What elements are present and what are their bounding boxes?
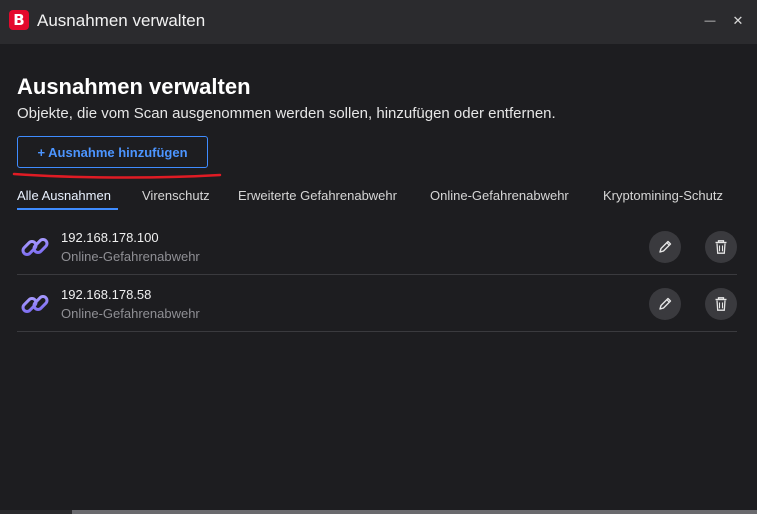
exception-row: 192.168.178.58 Online-Gefahrenabwehr [17,275,737,332]
edit-button[interactable] [649,288,681,320]
pencil-icon [659,297,672,310]
tab-alle-ausnahmen[interactable]: Alle Ausnahmen [17,188,111,203]
window-bottom-edge [0,510,757,514]
window-title: Ausnahmen verwalten [37,11,206,30]
exception-address: 192.168.178.100 [61,230,159,245]
exception-module: Online-Gefahrenabwehr [61,249,200,264]
add-exception-button[interactable]: + Ausnahme hinzufügen [17,136,208,168]
delete-button[interactable] [705,288,737,320]
red-annotation-underline [12,172,222,179]
tab-erweiterte-gefahrenabwehr[interactable]: Erweiterte Gefahrenabwehr [238,188,397,203]
page-title: Ausnahmen verwalten [17,74,251,99]
close-button[interactable]: ✕ [725,9,751,33]
minimize-button[interactable]: — [697,9,723,33]
link-icon [21,238,49,256]
title-bar: B Ausnahmen verwalten — ✕ [0,0,757,44]
delete-button[interactable] [705,231,737,263]
active-tab-indicator [17,208,118,210]
main-content: Ausnahmen verwalten Objekte, die vom Sca… [0,44,757,510]
trash-icon [715,297,727,311]
bitdefender-logo-icon: B [9,10,29,30]
pencil-icon [659,240,672,253]
tab-kryptomining-schutz[interactable]: Kryptomining-Schutz [603,188,723,203]
tab-online-gefahrenabwehr[interactable]: Online-Gefahrenabwehr [430,188,569,203]
exception-module: Online-Gefahrenabwehr [61,306,200,321]
trash-icon [715,240,727,254]
window-bottom-edge-left [0,510,72,514]
tab-virenschutz[interactable]: Virenschutz [142,188,210,203]
exception-row: 192.168.178.100 Online-Gefahrenabwehr [17,218,737,275]
minimize-icon: — [704,15,716,27]
page-subtitle: Objekte, die vom Scan ausgenommen werden… [17,105,556,122]
exception-address: 192.168.178.58 [61,287,152,302]
close-icon: ✕ [732,13,744,28]
link-icon [21,295,49,313]
edit-button[interactable] [649,231,681,263]
